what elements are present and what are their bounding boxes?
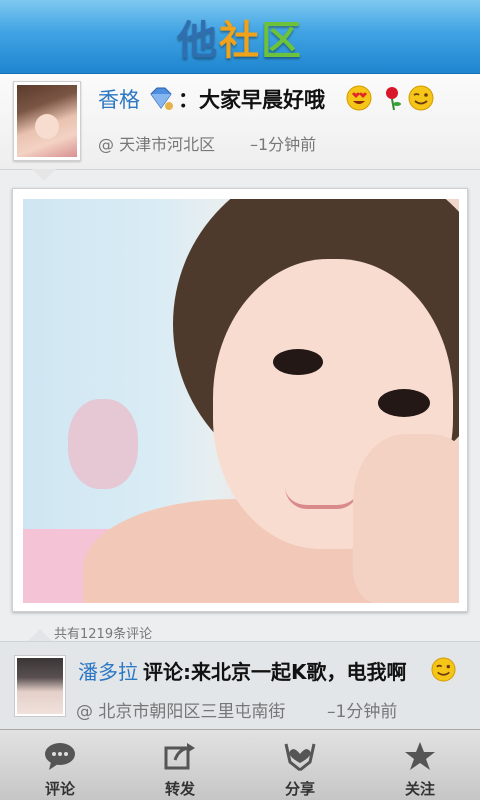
share-button-label: 分享	[284, 780, 315, 798]
forward-icon	[164, 743, 195, 770]
app-title-char-2: 社	[219, 17, 261, 64]
comment-time: –1分钟前	[327, 702, 398, 722]
post-photo[interactable]	[23, 199, 459, 603]
post-time: –1分钟前	[250, 135, 317, 154]
app-title-char-1: 他	[177, 17, 219, 64]
post-pointer	[32, 169, 56, 181]
follow-button-label: 关注	[404, 780, 435, 798]
poster-username[interactable]: 香格	[98, 84, 140, 114]
rose-icon	[386, 87, 401, 111]
hands-heart-icon	[284, 743, 316, 772]
comment-pointer	[28, 629, 52, 641]
heart-eyes-icon	[346, 85, 372, 111]
wink-icon	[408, 85, 434, 111]
poster-avatar[interactable]	[13, 81, 81, 161]
comment-location: @ 北京市朝阳区三里屯南街	[76, 702, 286, 722]
comment-count[interactable]: 共有1219条评论	[54, 623, 152, 642]
app-title: 他社区	[177, 8, 303, 66]
photo-card[interactable]	[12, 188, 468, 612]
photo-bear	[68, 399, 138, 489]
speech-bubble-icon	[45, 743, 75, 770]
commenter-avatar[interactable]	[14, 655, 66, 717]
commenter-avatar-image	[17, 658, 63, 714]
poster-avatar-image	[17, 85, 77, 157]
photo-hand	[353, 434, 459, 603]
star-icon	[405, 742, 435, 770]
forward-button-label: 转发	[164, 780, 195, 798]
photo-mouth	[285, 487, 359, 509]
forward-button[interactable]: 转发	[120, 730, 240, 800]
comment-row[interactable]: 潘多拉 评论:来北京一起K歌，电我啊 @ 北京市朝阳区三里屯南街 –1分钟前	[0, 641, 480, 729]
app-title-char-3: 区	[261, 17, 303, 64]
commenter-username[interactable]: 潘多拉	[78, 656, 138, 685]
gem-icon	[150, 87, 173, 110]
photo-eye-left	[273, 349, 323, 375]
photo-eye-right	[378, 389, 430, 417]
follow-button[interactable]: 关注	[360, 730, 480, 800]
bottom-toolbar: 评论 转发 分享 关注	[0, 729, 480, 800]
post-text: ：大家早晨好哦	[178, 88, 325, 112]
share-button[interactable]: 分享	[240, 730, 360, 800]
app-header: 他社区	[0, 0, 480, 74]
wink-icon	[431, 657, 456, 682]
comment-button-label: 评论	[44, 780, 75, 798]
post-location: @ 天津市河北区	[98, 135, 216, 154]
comment-button[interactable]: 评论	[0, 730, 120, 800]
comment-text: 评论:来北京一起K歌，电我啊	[143, 660, 407, 684]
